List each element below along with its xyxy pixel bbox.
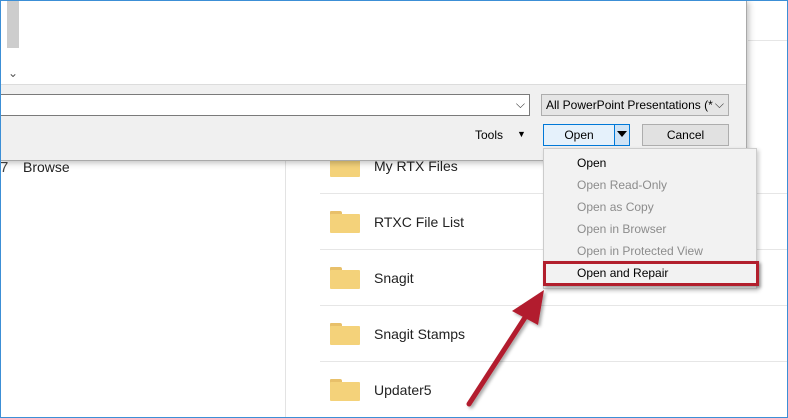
arrow-head xyxy=(512,290,544,325)
arrow-shaft xyxy=(466,313,529,407)
annotation-arrow xyxy=(466,290,544,407)
